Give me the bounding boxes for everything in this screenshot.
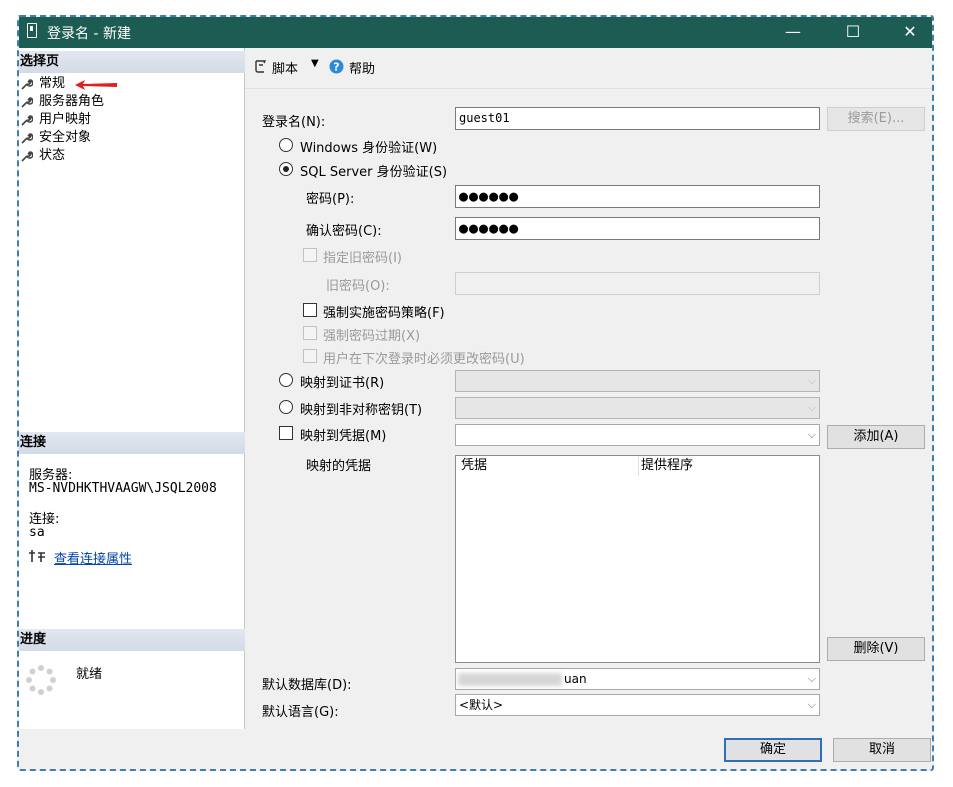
map-credential-label: 映射到凭据(M) (300, 429, 387, 444)
page-item-label: 安全对象 (39, 130, 92, 145)
page-item-user-mapping[interactable]: 用户映射 (19, 111, 91, 129)
login-new-dialog: 登录名 - 新建 — ☐ ✕ 选择页 常规 服务器角色 用户映射 安全对象 状态 (17, 15, 934, 771)
credential-select[interactable]: ⌵ (455, 424, 820, 446)
must-change-password-checkbox[interactable] (303, 349, 317, 363)
sql-auth-label: SQL Server 身份验证(S) (300, 165, 448, 180)
enforce-expiration-label: 强制密码过期(X) (323, 329, 421, 344)
add-credential-button[interactable]: 添加(A) (827, 425, 925, 449)
page-item-server-roles[interactable]: 服务器角色 (19, 93, 104, 111)
wrench-icon (21, 133, 33, 144)
connection-header: 连接 (19, 432, 245, 454)
toolbar: 脚本 ▼ ? 帮助 (245, 48, 932, 89)
wrench-icon (21, 97, 33, 108)
progress-spinner-icon (26, 665, 56, 695)
red-arrow-annotation (75, 80, 117, 90)
chevron-down-icon: ⌵ (807, 374, 816, 387)
grid-header-provider[interactable]: 提供程序 (636, 456, 693, 476)
connection-properties-icon (29, 550, 45, 562)
app-icon (27, 23, 37, 38)
page-item-label: 常规 (39, 76, 66, 91)
password-input[interactable]: ●●●●●● (455, 185, 820, 208)
certificate-select[interactable]: ⌵ (455, 370, 820, 392)
specify-old-password-checkbox[interactable] (303, 248, 317, 262)
default-database-value: uan (564, 672, 587, 686)
password-label: 密码(P): (306, 192, 355, 207)
page-item-securables[interactable]: 安全对象 (19, 129, 91, 147)
blurred-redaction (458, 673, 562, 686)
search-button[interactable]: 搜索(E)... (827, 107, 925, 131)
ok-button[interactable]: 确定 (724, 738, 822, 762)
map-certificate-radio[interactable] (279, 373, 293, 387)
window-title: 登录名 - 新建 (47, 26, 131, 42)
login-name-input[interactable]: guest01 (455, 107, 820, 130)
script-button[interactable]: 脚本 (272, 58, 298, 77)
left-panel: 选择页 常规 服务器角色 用户映射 安全对象 状态 连接 服务器: MS-NVD… (19, 48, 245, 729)
default-language-select[interactable]: <默认> ⌵ (455, 694, 820, 716)
page-item-label: 服务器角色 (39, 94, 105, 109)
progress-status: 就绪 (76, 667, 103, 682)
enforce-expiration-checkbox[interactable] (303, 326, 317, 340)
windows-auth-radio[interactable] (279, 138, 293, 152)
chevron-down-icon: ⌵ (807, 428, 816, 441)
maximize-button[interactable]: ☐ (829, 17, 877, 48)
page-item-general[interactable]: 常规 (19, 75, 65, 93)
close-button[interactable]: ✕ (886, 17, 932, 48)
specify-old-password-label: 指定旧密码(I) (323, 251, 402, 266)
map-asym-key-label: 映射到非对称密钥(T) (300, 403, 423, 418)
connection-value: sa (29, 525, 45, 540)
page-item-label: 用户映射 (39, 112, 92, 127)
login-name-label: 登录名(N): (262, 115, 326, 130)
enforce-policy-label: 强制实施密码策略(F) (323, 306, 445, 321)
map-credential-checkbox[interactable] (279, 426, 293, 440)
wrench-icon (21, 151, 33, 162)
old-password-input[interactable] (455, 272, 820, 295)
chevron-down-icon: ⌵ (807, 698, 816, 711)
wrench-icon (21, 115, 33, 126)
map-certificate-label: 映射到证书(R) (300, 376, 385, 391)
svg-text:?: ? (333, 61, 339, 74)
must-change-password-label: 用户在下次登录时必须更改密码(U) (323, 352, 525, 367)
default-language-label: 默认语言(G): (262, 705, 339, 720)
grid-header-credential[interactable]: 凭据 (456, 456, 639, 476)
script-icon (255, 60, 267, 73)
windows-auth-label: Windows 身份验证(W) (300, 141, 438, 156)
select-page-header: 选择页 (19, 51, 245, 73)
progress-header: 进度 (19, 629, 245, 651)
mapped-credentials-label: 映射的凭据 (306, 459, 372, 474)
wrench-icon (21, 79, 33, 90)
page-item-status[interactable]: 状态 (19, 147, 65, 165)
map-asym-key-radio[interactable] (279, 400, 293, 414)
view-connection-properties-link[interactable]: 查看连接属性 (54, 548, 132, 567)
help-button[interactable]: 帮助 (349, 58, 375, 77)
default-database-label: 默认数据库(D): (262, 678, 352, 693)
script-dropdown-icon[interactable]: ▼ (311, 58, 319, 69)
help-icon: ? (329, 59, 344, 74)
title-bar[interactable]: 登录名 - 新建 — ☐ ✕ (19, 17, 932, 48)
mapped-credentials-grid[interactable]: 凭据 提供程序 (455, 455, 820, 663)
page-item-label: 状态 (39, 148, 66, 163)
asym-key-select[interactable]: ⌵ (455, 397, 820, 419)
sql-auth-radio[interactable] (279, 162, 293, 176)
enforce-policy-checkbox[interactable] (303, 303, 317, 317)
default-language-value: <默认> (459, 698, 504, 712)
cancel-button[interactable]: 取消 (833, 738, 931, 762)
server-value: MS-NVDHKTHVAAGW\JSQL2008 (29, 481, 217, 496)
confirm-password-label: 确认密码(C): (306, 224, 382, 239)
confirm-password-input[interactable]: ●●●●●● (455, 217, 820, 240)
minimize-button[interactable]: — (769, 17, 817, 48)
chevron-down-icon: ⌵ (807, 401, 816, 414)
default-database-select[interactable]: uan ⌵ (455, 668, 820, 690)
chevron-down-icon: ⌵ (807, 672, 816, 685)
old-password-label: 旧密码(O): (326, 279, 390, 294)
remove-credential-button[interactable]: 删除(V) (827, 637, 925, 661)
